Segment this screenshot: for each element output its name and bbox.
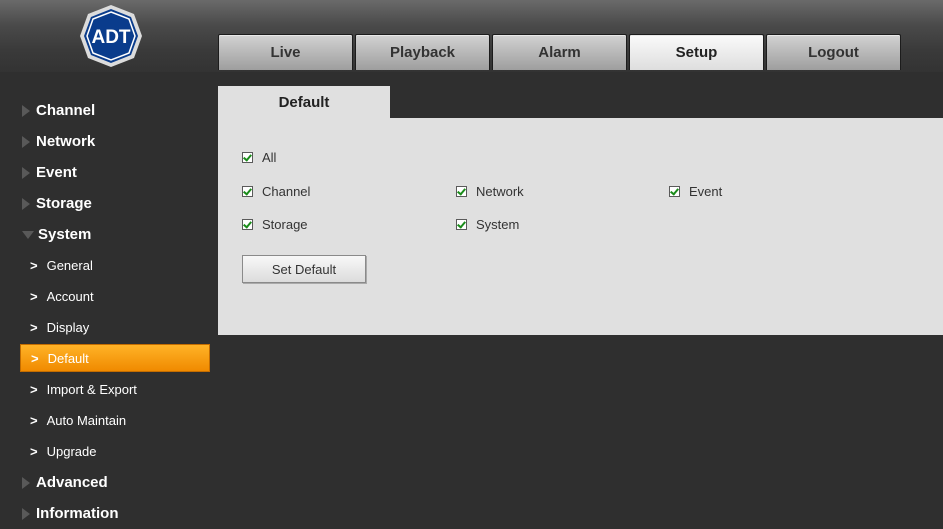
checkbox-all[interactable] [242,152,253,163]
checkbox-storage-row[interactable]: Storage [242,217,308,232]
checkbox-event-label: Event [689,184,723,199]
checkbox-storage[interactable] [242,219,253,230]
sidebar-item-label: Network [36,133,96,150]
set-default-button[interactable]: Set Default [242,255,366,283]
sidebar-subitem-general[interactable]: > General [20,250,210,281]
sidebar-subitem-upgrade[interactable]: > Upgrade [20,436,210,467]
sidebar-item-storage[interactable]: Storage [20,188,210,219]
top-header: ADT Live Playback Alarm Setup Logout [0,0,943,72]
collapsed-arrow-icon [22,104,30,117]
sidebar-item-label: Channel [36,102,96,119]
sidebar-subitem-account[interactable]: > Account [20,281,210,312]
sidebar-item-network[interactable]: Network [20,126,210,157]
sidebar-subitem-label: General [46,258,93,273]
sidebar-item-channel[interactable]: Channel [20,95,210,126]
checkbox-all-row[interactable]: All [242,150,276,165]
default-settings-panel: All Channel Network Event Storage System… [218,118,943,335]
chevron-right-icon: > [30,382,38,397]
checkbox-system[interactable] [456,219,467,230]
sidebar-menu: Channel Network Event Storage System > G… [20,95,210,529]
collapsed-arrow-icon [22,476,30,489]
sidebar-subitem-label: Display [46,320,90,335]
collapsed-arrow-icon [22,507,30,520]
tab-logout[interactable]: Logout [766,34,901,70]
chevron-right-icon: > [30,258,38,273]
sidebar-item-label: Information [36,505,119,522]
adt-logo-text: ADT [91,27,130,48]
tab-playback[interactable]: Playback [355,34,490,70]
collapsed-arrow-icon [22,135,30,148]
content-tab-default[interactable]: Default [218,86,390,119]
sidebar-item-label: Advanced [36,474,108,491]
collapsed-arrow-icon [22,166,30,179]
checkbox-network[interactable] [456,186,467,197]
sidebar-subitem-import-export[interactable]: > Import & Export [20,374,210,405]
collapsed-arrow-icon [22,197,30,210]
sidebar-item-label: Event [36,164,77,181]
checkbox-channel[interactable] [242,186,253,197]
sidebar-subitem-default[interactable]: > Default [20,344,210,372]
chevron-right-icon: > [30,413,38,428]
checkbox-event[interactable] [669,186,680,197]
chevron-right-icon: > [31,350,39,366]
sidebar-item-label: System [38,226,92,243]
checkbox-event-row[interactable]: Event [669,184,722,199]
expanded-arrow-icon [22,230,34,239]
chevron-right-icon: > [30,289,38,304]
sidebar-item-event[interactable]: Event [20,157,210,188]
sidebar-subitem-label: Upgrade [46,444,97,459]
checkbox-channel-row[interactable]: Channel [242,184,310,199]
sidebar-item-label: Storage [36,195,92,212]
checkbox-all-label: All [262,150,277,165]
main-nav-tabs: Live Playback Alarm Setup Logout [218,34,903,72]
tab-alarm[interactable]: Alarm [492,34,627,70]
chevron-right-icon: > [30,320,38,335]
checkbox-storage-label: Storage [262,217,308,232]
sidebar-subitem-label: Account [46,289,94,304]
sidebar-subitem-label: Auto Maintain [46,413,127,428]
checkbox-channel-label: Channel [262,184,311,199]
adt-logo: ADT [80,5,142,67]
sidebar-item-system[interactable]: System [20,219,210,250]
checkbox-system-row[interactable]: System [456,217,519,232]
sidebar-subitem-label: Import & Export [46,382,137,397]
tab-live[interactable]: Live [218,34,353,70]
tab-setup[interactable]: Setup [629,34,764,70]
checkbox-network-label: Network [476,184,524,199]
sidebar-item-information[interactable]: Information [20,498,210,529]
sidebar-subitem-auto-maintain[interactable]: > Auto Maintain [20,405,210,436]
checkbox-network-row[interactable]: Network [456,184,524,199]
checkbox-system-label: System [476,217,520,232]
sidebar-subitem-label: Default [47,350,89,366]
sidebar-subitem-display[interactable]: > Display [20,312,210,343]
sidebar-item-advanced[interactable]: Advanced [20,467,210,498]
chevron-right-icon: > [30,444,38,459]
